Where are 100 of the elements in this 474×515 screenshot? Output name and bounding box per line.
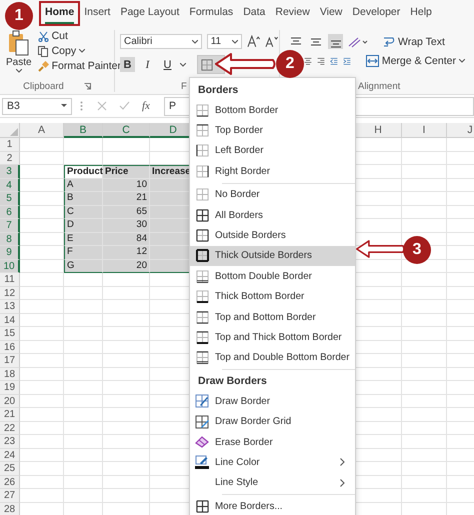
paste-button[interactable]: Paste xyxy=(6,30,32,73)
copy-button[interactable]: Copy xyxy=(38,45,122,57)
menu-item[interactable]: Line Color xyxy=(190,452,355,473)
ribbon-tab[interactable]: View xyxy=(320,2,342,24)
format-button[interactable]: I xyxy=(140,57,155,72)
row-header[interactable]: 20 xyxy=(0,394,20,408)
dialog-launcher-icon[interactable] xyxy=(84,83,91,90)
cut-button[interactable]: Cut xyxy=(38,30,122,42)
table-cell xyxy=(64,138,103,152)
menu-item[interactable]: Line Style xyxy=(190,472,355,494)
align-top-icon xyxy=(290,36,302,48)
menu-item[interactable]: Top and Thick Bottom Border xyxy=(190,327,355,348)
row-header[interactable]: 25 xyxy=(0,462,20,476)
row-header[interactable]: 14 xyxy=(0,314,20,327)
table-cell xyxy=(64,152,103,165)
row-header[interactable]: 2 xyxy=(0,152,20,165)
menu-item[interactable]: All Borders xyxy=(190,204,355,226)
wrap-text-button[interactable]: Wrap Text xyxy=(383,36,445,48)
row-header[interactable]: 24 xyxy=(0,448,20,462)
border-icon xyxy=(196,164,208,178)
paintbrush-icon xyxy=(38,60,49,72)
row-header[interactable]: 8 xyxy=(0,232,20,246)
increase-indent-icon[interactable] xyxy=(342,55,351,67)
clipboard-icon xyxy=(8,30,30,56)
shrink-font-icon[interactable] xyxy=(265,35,280,48)
format-painter-button[interactable]: Format Painter xyxy=(38,60,122,72)
row-header[interactable]: 19 xyxy=(0,381,20,394)
table-cell xyxy=(64,340,103,354)
menu-item[interactable]: Draw Border xyxy=(190,391,355,412)
table-cell xyxy=(64,327,103,340)
menu-item[interactable]: More Borders... xyxy=(190,496,355,515)
menu-item[interactable]: Bottom Double Border xyxy=(190,266,355,287)
row-header[interactable]: 9 xyxy=(0,246,20,260)
menu-item[interactable]: Outside Borders xyxy=(190,225,355,246)
table-cell xyxy=(64,314,103,327)
row-header[interactable]: 18 xyxy=(0,368,20,381)
ribbon-tab[interactable]: Data xyxy=(243,2,266,24)
row-header[interactable]: 26 xyxy=(0,476,20,489)
table-cell: D xyxy=(64,219,103,232)
format-button[interactable]: B xyxy=(120,57,135,72)
row-header[interactable]: 4 xyxy=(0,178,20,192)
arrow-drawing xyxy=(215,52,277,76)
menu-item[interactable]: No Border xyxy=(190,184,355,205)
row-header[interactable]: 7 xyxy=(0,219,20,232)
menu-item[interactable]: Thick Bottom Border xyxy=(190,286,355,307)
group-label: Alignment xyxy=(358,81,400,92)
row-header[interactable]: 12 xyxy=(0,286,20,300)
menu-item[interactable]: Top and Bottom Border xyxy=(190,306,355,328)
row-header[interactable]: 3 xyxy=(0,165,20,178)
column-header[interactable]: B xyxy=(64,123,103,138)
column-header[interactable]: C xyxy=(103,123,150,138)
row-header[interactable]: 13 xyxy=(0,300,20,314)
ribbon-tab[interactable]: Formulas xyxy=(189,2,234,24)
row-header[interactable]: 21 xyxy=(0,408,20,422)
row-header[interactable]: 1 xyxy=(0,138,20,152)
menu-item[interactable]: Left Border xyxy=(190,140,355,162)
row-header[interactable]: 6 xyxy=(0,206,20,219)
row-header[interactable]: 16 xyxy=(0,340,20,354)
row-header[interactable]: 11 xyxy=(0,273,20,286)
row-header[interactable]: 17 xyxy=(0,354,20,368)
font-size-field[interactable]: 11 xyxy=(206,34,242,49)
insert-function-button[interactable]: fx xyxy=(142,100,150,112)
row-header[interactable]: 22 xyxy=(0,422,20,435)
menu-item[interactable]: Draw Border Grid xyxy=(190,411,355,432)
row-header[interactable]: 5 xyxy=(0,192,20,206)
align-right-icon[interactable] xyxy=(316,55,325,67)
row-header[interactable]: 23 xyxy=(0,435,20,448)
column-header[interactable]: H xyxy=(355,123,402,138)
ribbon-tab[interactable]: Help xyxy=(410,2,432,24)
name-box[interactable]: B3 xyxy=(2,98,72,114)
ribbon-tab[interactable]: Developer xyxy=(352,2,400,24)
merge-center-button[interactable]: Merge & Center xyxy=(366,55,465,67)
check-icon[interactable] xyxy=(119,101,130,111)
menu-item[interactable]: Top and Double Bottom Border xyxy=(190,348,355,368)
row-header[interactable]: 15 xyxy=(0,327,20,340)
column-header[interactable]: J xyxy=(447,123,474,138)
format-button[interactable]: U xyxy=(160,57,175,72)
menu-item[interactable]: Thick Outside Borders xyxy=(190,246,355,266)
column-header[interactable]: A xyxy=(20,123,64,138)
table-cell xyxy=(20,462,64,476)
row-header[interactable]: 27 xyxy=(0,489,20,502)
align-button[interactable] xyxy=(328,34,343,49)
border-icon xyxy=(196,144,208,158)
table-cell: E xyxy=(64,232,103,246)
menu-item[interactable]: Bottom Border xyxy=(190,100,355,120)
ribbon-tab[interactable]: Home xyxy=(45,2,74,24)
row-header[interactable]: 28 xyxy=(0,502,20,515)
align-center-icon[interactable] xyxy=(304,55,312,67)
grow-font-icon[interactable] xyxy=(246,35,260,48)
table-cell xyxy=(402,300,447,314)
ribbon-tab[interactable]: Insert xyxy=(84,2,110,24)
menu-item[interactable]: Erase Border xyxy=(190,432,355,452)
ribbon-tab[interactable]: Review xyxy=(275,2,310,24)
font-name-field[interactable]: Calibri xyxy=(120,34,202,49)
ribbon-tab[interactable]: Page Layout xyxy=(120,2,180,24)
orientation-icon[interactable] xyxy=(348,36,368,48)
row-header[interactable]: 10 xyxy=(0,260,20,273)
table-cell xyxy=(20,138,64,152)
decrease-indent-icon[interactable] xyxy=(330,55,338,67)
column-header[interactable]: I xyxy=(402,123,447,138)
